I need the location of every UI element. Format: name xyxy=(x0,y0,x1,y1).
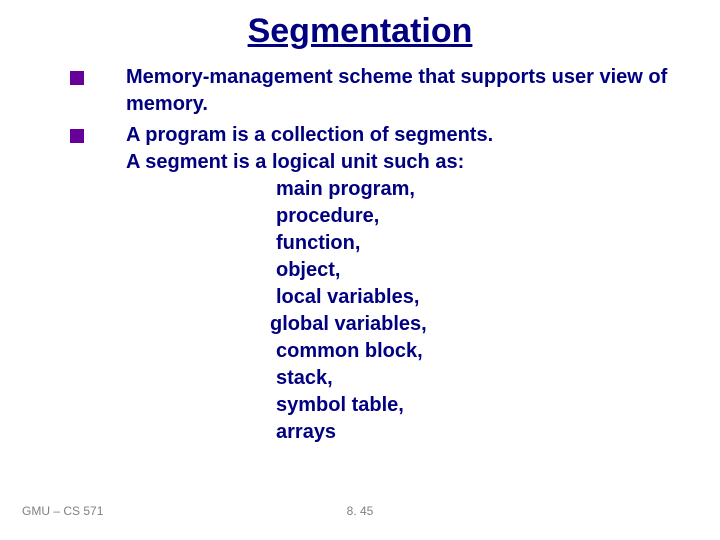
slide-title: Segmentation xyxy=(0,12,720,51)
bullet-text: A program is a collection of segments. xyxy=(126,124,493,146)
square-bullet-icon xyxy=(70,129,84,143)
slide: Segmentation Memory-management scheme th… xyxy=(0,0,720,540)
sublist-item: object, xyxy=(276,257,680,284)
slide-content: Memory-management scheme that supports u… xyxy=(70,64,680,450)
sublist: main program, procedure, function, objec… xyxy=(276,176,680,446)
sublist-item: main program, xyxy=(276,176,680,203)
sublist-item: stack, xyxy=(276,365,680,392)
bullet-text: A segment is a logical unit such as: xyxy=(126,151,464,173)
sublist-item: function, xyxy=(276,230,680,257)
sublist-item: common block, xyxy=(276,338,680,365)
bullet-item: A program is a collection of segments. A… xyxy=(70,122,680,446)
sublist-item: procedure, xyxy=(276,203,680,230)
sublist-item: symbol table, xyxy=(276,392,680,419)
bullet-text: Memory-management scheme that supports u… xyxy=(126,66,667,115)
sublist-item: global variables, xyxy=(270,311,680,338)
footer-page-number: 8. 45 xyxy=(0,504,720,518)
sublist-item: arrays xyxy=(276,419,680,446)
sublist-item: local variables, xyxy=(276,284,680,311)
square-bullet-icon xyxy=(70,71,84,85)
bullet-item: Memory-management scheme that supports u… xyxy=(70,64,680,118)
